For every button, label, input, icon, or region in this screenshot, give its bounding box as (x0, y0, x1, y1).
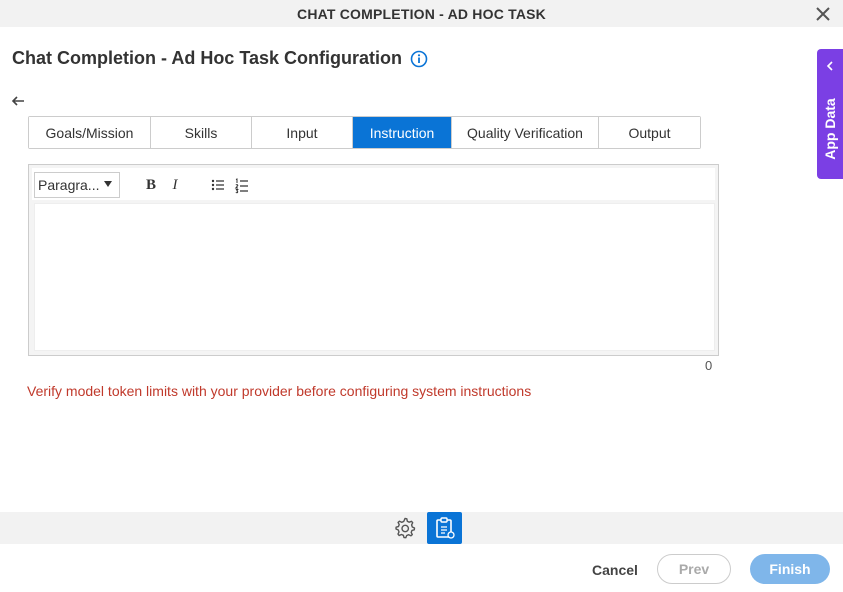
bullet-list-icon[interactable] (207, 174, 229, 196)
page-title: Chat Completion - Ad Hoc Task Configurat… (12, 48, 428, 69)
app-data-label: App Data (822, 98, 838, 160)
tab-goals-mission[interactable]: Goals/Mission (29, 117, 151, 148)
footer-toolbar (0, 512, 843, 544)
window-title: CHAT COMPLETION - AD HOC TASK (297, 6, 546, 22)
italic-button[interactable]: I (164, 174, 186, 196)
cancel-button[interactable]: Cancel (585, 555, 645, 584)
window-titlebar: CHAT COMPLETION - AD HOC TASK (0, 0, 843, 27)
numbered-list-icon[interactable] (231, 174, 253, 196)
editor-content-area[interactable] (34, 203, 715, 351)
finish-button[interactable]: Finish (750, 554, 830, 584)
dropdown-arrow-icon (104, 181, 112, 187)
close-icon[interactable] (813, 4, 833, 24)
prev-button[interactable]: Prev (657, 554, 731, 584)
back-arrow-icon[interactable] (10, 93, 26, 109)
tab-skills[interactable]: Skills (151, 117, 252, 148)
paragraph-format-select[interactable]: Paragra... (34, 172, 120, 198)
editor-toolbar: Paragra... B I (32, 168, 715, 200)
rich-text-editor: Paragra... B I (28, 164, 719, 356)
clipboard-button[interactable] (427, 512, 462, 544)
tab-input[interactable]: Input (252, 117, 353, 148)
tab-output[interactable]: Output (599, 117, 700, 148)
chevron-left-icon (826, 61, 833, 71)
gear-icon[interactable] (393, 516, 417, 540)
tab-bar: Goals/Mission Skills Input Instruction Q… (28, 116, 701, 149)
token-limit-warning: Verify model token limits with your prov… (27, 383, 532, 399)
app-data-panel-toggle[interactable]: App Data (817, 49, 843, 179)
clipboard-icon (435, 517, 455, 539)
paragraph-format-value: Paragra... (38, 177, 100, 193)
tab-instruction[interactable]: Instruction (353, 117, 452, 148)
character-count: 0 (705, 358, 713, 373)
bold-button[interactable]: B (140, 174, 162, 196)
page-title-text: Chat Completion - Ad Hoc Task Configurat… (12, 48, 402, 68)
info-icon[interactable] (410, 50, 428, 68)
tab-quality-verification[interactable]: Quality Verification (452, 117, 599, 148)
